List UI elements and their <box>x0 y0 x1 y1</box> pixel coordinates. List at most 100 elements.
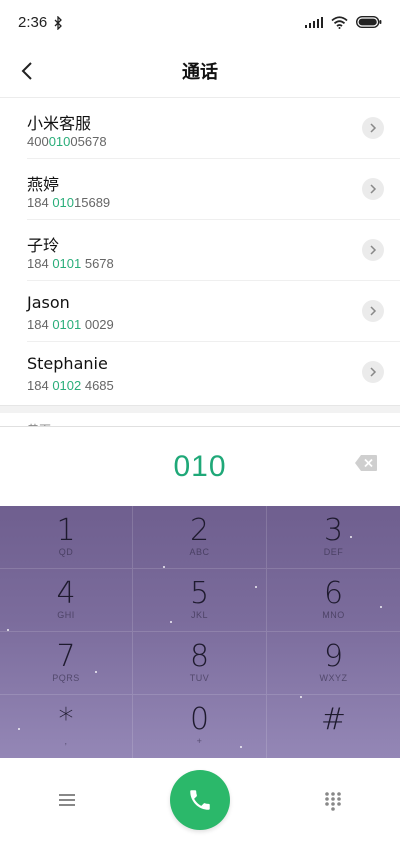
number-prefix: 400 <box>27 134 49 149</box>
key-hash[interactable]: # <box>267 695 400 758</box>
number-suffix: 05678 <box>70 134 107 149</box>
background-star <box>380 606 382 608</box>
dial-display: 010 <box>0 426 400 506</box>
contact-detail-button[interactable] <box>362 178 384 200</box>
key-letters: DEF <box>323 547 344 557</box>
key-4[interactable]: 4 GHI <box>0 569 133 632</box>
bottom-bar <box>0 758 400 844</box>
status-right <box>305 15 382 29</box>
background-star <box>255 586 257 588</box>
delete-button[interactable] <box>354 454 378 472</box>
number-match: 010 <box>48 134 71 149</box>
background-star <box>163 566 165 568</box>
key-digit: # <box>320 702 347 737</box>
dialpad-toggle-button[interactable] <box>322 790 344 812</box>
chevron-right-icon <box>370 245 377 255</box>
key-digit: 2 <box>189 513 210 548</box>
contact-row[interactable]: 小米客服 40001005678 <box>27 98 400 159</box>
number-prefix: 184 <box>27 256 53 271</box>
call-button[interactable] <box>170 770 230 830</box>
status-time: 2:36 <box>18 13 48 31</box>
contact-number: 184 0101 0029 <box>27 317 114 332</box>
contact-row[interactable]: 子玲 184 0101 5678 <box>27 220 400 281</box>
number-suffix: 0029 <box>81 317 114 332</box>
key-letters: TUV <box>189 673 210 683</box>
key-6[interactable]: 6 MNO <box>267 569 400 632</box>
key-1[interactable]: 1 QD <box>0 506 133 569</box>
contact-detail-button[interactable] <box>362 300 384 322</box>
number-prefix: 184 <box>27 378 53 393</box>
contact-name: 小米客服 <box>27 114 92 133</box>
contact-name: 子玲 <box>27 236 60 255</box>
key-star[interactable]: *, <box>0 695 133 758</box>
chevron-right-icon <box>370 184 377 194</box>
contact-name: Jason <box>27 293 70 312</box>
key-digit: 6 <box>323 576 344 611</box>
background-star <box>95 671 97 673</box>
key-digit: 4 <box>56 576 76 611</box>
back-arrow-icon <box>21 62 32 80</box>
contact-detail-button[interactable] <box>362 117 384 139</box>
bluetooth-icon <box>53 15 63 31</box>
contact-row[interactable]: Stephanie 184 0102 4685 <box>27 342 400 403</box>
contact-name: Stephanie <box>27 354 108 373</box>
contact-row[interactable]: Jason 184 0101 0029 <box>27 281 400 342</box>
key-letters: + <box>196 736 203 746</box>
contact-number: 184 01015689 <box>27 195 110 210</box>
key-3[interactable]: 3 DEF <box>267 506 400 569</box>
menu-button[interactable] <box>56 790 78 810</box>
key-letters: QD <box>58 547 74 557</box>
key-digit: 9 <box>323 639 344 674</box>
background-star <box>170 621 172 623</box>
battery-icon <box>356 16 382 28</box>
key-letters: GHI <box>57 610 75 620</box>
key-digit: 7 <box>56 639 76 674</box>
status-bar: 2:36 <box>0 0 400 44</box>
contact-number: 40001005678 <box>27 134 107 149</box>
back-button[interactable] <box>12 56 42 86</box>
key-letters: WXYZ <box>319 673 348 683</box>
key-letters: ABC <box>189 547 210 557</box>
phone-icon <box>190 790 210 810</box>
chevron-right-icon <box>370 306 377 316</box>
signal-icon <box>305 16 323 28</box>
contact-detail-button[interactable] <box>362 239 384 261</box>
contact-detail-button[interactable] <box>362 361 384 383</box>
key-5[interactable]: 5 JKL <box>133 569 267 632</box>
backspace-icon <box>355 455 377 471</box>
keypad: 1 QD 2 ABC 3 DEF 4 GHI 5 JKL 6 MNO 7 PQRS 8 TUV … <box>0 506 400 758</box>
key-letters: MNO <box>322 610 345 620</box>
background-star <box>350 536 352 538</box>
menu-icon <box>59 794 75 806</box>
key-letters: PQRS <box>52 673 80 683</box>
contact-number: 184 0101 5678 <box>27 256 114 271</box>
number-match: 0101 <box>52 317 82 332</box>
key-digit: 5 <box>189 576 210 611</box>
dialpad-icon <box>325 792 341 811</box>
section-divider <box>0 405 400 413</box>
app-header: 通话 <box>0 44 400 98</box>
contact-number: 184 0102 4685 <box>27 378 114 393</box>
key-digit: 3 <box>323 513 344 548</box>
number-prefix: 184 <box>27 317 53 332</box>
background-star <box>300 696 302 698</box>
key-digit: 1 <box>56 513 76 548</box>
key-7[interactable]: 7 PQRS <box>0 632 133 695</box>
key-letters: JKL <box>190 610 208 620</box>
status-left: 2:36 <box>18 14 63 31</box>
key-0[interactable]: 0 + <box>133 695 267 758</box>
number-suffix: 15689 <box>74 195 111 210</box>
contact-row[interactable]: 燕婷 184 01015689 <box>27 159 400 220</box>
number-suffix: 5678 <box>81 256 114 271</box>
wifi-icon <box>331 15 348 29</box>
key-digit: 0 <box>189 702 210 737</box>
key-digit: 8 <box>189 639 210 674</box>
number-match: 010 <box>52 195 75 210</box>
number-suffix: 4685 <box>81 378 114 393</box>
number-match: 0101 <box>52 256 82 271</box>
key-8[interactable]: 8 TUV <box>133 632 267 695</box>
key-digit: * <box>58 702 74 737</box>
key-2[interactable]: 2 ABC <box>133 506 267 569</box>
key-9[interactable]: 9 WXYZ <box>267 632 400 695</box>
chevron-right-icon <box>370 123 377 133</box>
